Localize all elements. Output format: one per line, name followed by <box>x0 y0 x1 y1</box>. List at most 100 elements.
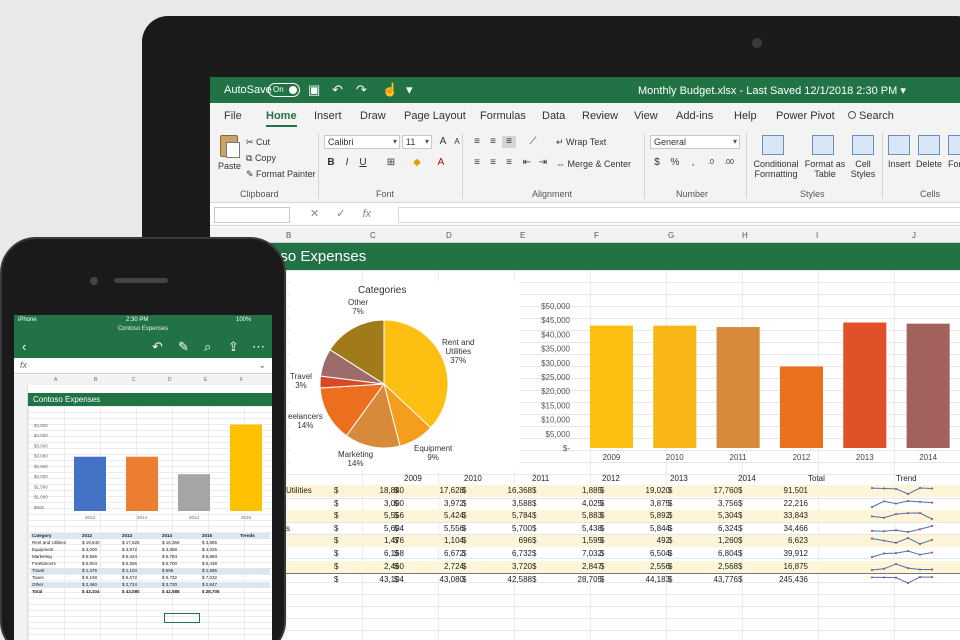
conditional-formatting-icon[interactable] <box>762 135 784 155</box>
column-header[interactable]: E <box>204 377 207 383</box>
table-row[interactable]: $3,000 $3,972 $3,588 $4,025 $3,875 $3,756 $22,… <box>284 498 960 510</box>
tab-view[interactable]: View <box>634 110 658 122</box>
font-size-select[interactable]: 11 <box>402 135 432 149</box>
table-cell[interactable]: $ 5,700 <box>162 561 177 566</box>
table-cell[interactable]: 7,032 <box>562 549 602 558</box>
table-cell[interactable]: 245,436 <box>768 575 808 584</box>
back-icon[interactable]: ‹ <box>22 339 26 354</box>
redo-icon[interactable]: ↷ <box>356 82 367 98</box>
column-header-cell[interactable]: 2013 <box>122 533 132 538</box>
column-header-cell[interactable]: Trend <box>896 474 917 483</box>
format-cells-icon[interactable] <box>948 135 960 155</box>
table-cell[interactable]: 43,080 <box>424 575 464 584</box>
table-cell[interactable]: 5,304 <box>698 511 738 520</box>
table-cell[interactable]: 4,025 <box>562 499 602 508</box>
tab-review[interactable]: Review <box>582 110 618 122</box>
column-header[interactable]: B <box>286 231 291 240</box>
tab-insert[interactable]: Insert <box>314 110 342 122</box>
bar[interactable] <box>779 366 823 448</box>
table-cell[interactable]: 1,885 <box>562 486 602 495</box>
table-cell[interactable]: 5,424 <box>424 511 464 520</box>
table-cell[interactable]: 2,724 <box>424 562 464 571</box>
table-row[interactable]: Utilities $18,840 $17,628 $16,368 $1,885 $19,… <box>284 485 960 497</box>
phone-sheet-banner[interactable]: Contoso Expenses <box>28 393 272 406</box>
table-cell[interactable]: 2,568 <box>698 562 738 571</box>
column-header[interactable]: J <box>912 231 916 240</box>
increase-decimal-icon[interactable]: .0 <box>704 157 718 169</box>
table-cell[interactable]: $ 3,972 <box>122 547 137 552</box>
table-cell[interactable]: 5,892 <box>630 511 670 520</box>
delete-cells-icon[interactable] <box>918 135 940 155</box>
table-cell[interactable]: 16,875 <box>768 562 808 571</box>
table-row[interactable]: $6,168 $6,672 $6,732 $7,032 $6,504 $6,804 $39,… <box>284 548 960 560</box>
table-cell[interactable]: 2,847 <box>562 562 602 571</box>
decrease-decimal-icon[interactable]: .00 <box>722 157 736 169</box>
format-painter-button[interactable]: ✎ Format Painter <box>246 169 316 180</box>
delete-cells-button[interactable]: Delete <box>916 159 942 169</box>
tab-help[interactable]: Help <box>734 110 757 122</box>
table-row[interactable]: Travel $ 1,476 $ 1,104 $ 696 $ 1,595 <box>30 568 270 574</box>
column-header-cell[interactable]: 2011 <box>532 474 549 483</box>
table-cell[interactable]: 17,628 <box>424 486 464 495</box>
table-cell[interactable]: 6,804 <box>698 549 738 558</box>
table-cell[interactable]: $ 7,032 <box>202 575 217 580</box>
table-cell[interactable]: $ 1,476 <box>82 568 97 573</box>
more-icon[interactable]: ⋯ <box>252 339 265 355</box>
autosave-toggle[interactable]: On <box>268 83 300 97</box>
comma-icon[interactable]: , <box>686 157 700 169</box>
table-cell[interactable]: $ 1,595 <box>202 568 217 573</box>
align-center-icon[interactable]: ≡ <box>486 157 500 169</box>
orientation-icon[interactable]: ⟋ <box>526 136 540 148</box>
table-row[interactable]: Taxes $ 6,168 $ 6,672 $ 6,732 $ 7,032 <box>30 575 270 581</box>
insert-cells-button[interactable]: Insert <box>888 159 911 169</box>
table-cell[interactable]: 39,912 <box>768 549 808 558</box>
currency-icon[interactable]: $ <box>650 157 664 169</box>
paste-button[interactable]: Paste <box>218 161 241 171</box>
formula-input[interactable] <box>398 207 960 223</box>
table-cell[interactable]: 696 <box>492 536 532 545</box>
column-header[interactable]: C <box>132 377 136 383</box>
column-header[interactable]: A <box>54 377 57 383</box>
save-icon[interactable]: ▣ <box>308 82 320 98</box>
undo-icon[interactable]: ↶ <box>152 339 163 355</box>
align-left-icon[interactable]: ≡ <box>470 157 484 169</box>
table-cell[interactable]: $ 3,588 <box>162 547 177 552</box>
cancel-icon[interactable]: ✕ <box>310 208 319 220</box>
merge-center-button[interactable]: ⇔ Merge & Center <box>556 159 631 169</box>
table-cell[interactable]: $ 6,672 <box>122 575 137 580</box>
font-color-icon[interactable]: A <box>434 157 448 169</box>
column-header[interactable]: D <box>168 377 172 383</box>
tab-data[interactable]: Data <box>542 110 565 122</box>
name-box[interactable] <box>214 207 290 223</box>
table-cell[interactable]: 1,595 <box>562 536 602 545</box>
underline-button[interactable]: U <box>356 157 370 169</box>
table-cell[interactable]: 6,672 <box>424 549 464 558</box>
column-header-cell[interactable]: Total <box>808 474 825 483</box>
table-cell[interactable]: 5,883 <box>562 511 602 520</box>
table-cell[interactable]: $ 1,104 <box>122 568 137 573</box>
table-cell[interactable]: 42,588 <box>492 575 532 584</box>
table-cell[interactable]: 6,623 <box>768 536 808 545</box>
table-cell[interactable]: $ 16,368 <box>162 540 180 545</box>
table-cell[interactable]: $ 5,883 <box>202 554 217 559</box>
table-cell[interactable]: 19,020 <box>630 486 670 495</box>
format-as-table-button[interactable]: Format as Table <box>804 159 846 179</box>
table-cell[interactable]: 3,588 <box>492 499 532 508</box>
column-header-cell[interactable]: 2014 <box>162 533 172 538</box>
bar[interactable] <box>74 456 106 511</box>
search-icon[interactable]: ⌕ <box>204 339 211 355</box>
tab-add-ins[interactable]: Add-ins <box>676 110 713 122</box>
column-header[interactable]: B <box>94 377 97 383</box>
phone-bar-chart[interactable]: $4,500 $4,000 $3,500 $3,000 $2,500 $2,000 $1,5… <box>32 413 268 529</box>
table-cell[interactable]: $ 5,784 <box>162 554 177 559</box>
italic-button[interactable]: I <box>340 157 354 169</box>
draw-icon[interactable]: ✎ <box>178 339 189 355</box>
table-cell[interactable]: $ 5,424 <box>122 554 137 559</box>
column-header[interactable]: G <box>668 231 674 240</box>
pie-chart[interactable] <box>318 318 450 450</box>
customize-toolbar-icon[interactable]: ▾ <box>406 82 413 98</box>
table-cell[interactable]: $ 19,840 <box>82 540 100 545</box>
table-cell[interactable]: 91,501 <box>768 486 808 495</box>
table-cell[interactable]: 44,183 <box>630 575 670 584</box>
column-header-cell[interactable]: 2015 <box>202 533 212 538</box>
